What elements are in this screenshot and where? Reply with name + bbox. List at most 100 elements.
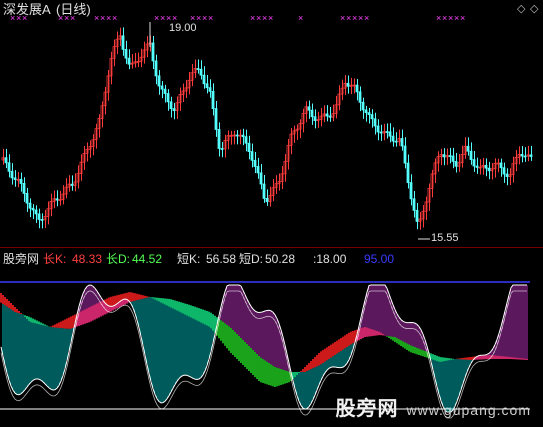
candle-body — [235, 134, 239, 137]
candle-body — [472, 159, 476, 167]
signal-marker: × — [262, 13, 267, 23]
signal-marker: × — [448, 13, 453, 23]
signal-marker: × — [298, 13, 303, 23]
candle-body — [406, 162, 410, 183]
candle-body — [37, 213, 41, 220]
close-icon[interactable]: ◇ — [530, 2, 538, 15]
candle-body — [442, 154, 446, 158]
candle-body — [163, 88, 167, 94]
watermark: 股旁网 www.gupang.com — [335, 392, 531, 421]
candle-body — [409, 182, 413, 200]
long-k-label: 长K: — [43, 252, 67, 266]
period-label: (日线) — [56, 2, 91, 17]
signal-marker: × — [436, 13, 441, 23]
candle-body — [25, 192, 29, 204]
candle-body — [13, 177, 17, 180]
candle-body — [523, 155, 527, 158]
candle-body — [22, 183, 26, 194]
signal-marker: × — [154, 13, 159, 23]
signal-marker: × — [454, 13, 459, 23]
watermark-site: 股旁网 — [335, 398, 399, 420]
candle-body — [166, 93, 170, 103]
candle-body — [157, 75, 161, 87]
candle-body — [388, 131, 392, 137]
candle-body — [151, 42, 155, 62]
signal-marker: × — [442, 13, 447, 23]
candle-body — [196, 68, 200, 70]
candle-body — [505, 173, 509, 177]
candle-body — [4, 157, 8, 164]
candle-body — [244, 136, 248, 144]
candle-body — [379, 131, 383, 134]
signal-marker: × — [160, 13, 165, 23]
candle-body — [160, 85, 164, 90]
candle-body — [247, 142, 251, 152]
candle-body — [217, 129, 221, 149]
signal-marker: × — [100, 13, 105, 23]
candle-body — [310, 109, 314, 118]
candle-body — [529, 154, 533, 157]
candle-body — [367, 112, 371, 115]
signal-marker: × — [364, 13, 369, 23]
candle-body — [220, 148, 224, 150]
short-k-value: 56.58 — [206, 252, 237, 266]
scroll-up-icon[interactable]: ◇ — [517, 2, 525, 15]
signal-marker: × — [358, 13, 363, 23]
short-d-label: 短D: — [239, 252, 264, 266]
candle-body — [19, 178, 23, 184]
candle-body — [202, 74, 206, 85]
candle-body — [475, 165, 479, 168]
candle-body — [346, 82, 350, 87]
price-chart[interactable]: × × × × × × × × × × × × × × × × × × × × × × × × × × × × × × × × × — [0, 0, 543, 247]
signal-marker: × — [256, 13, 261, 23]
candle-body — [385, 131, 389, 133]
signal-marker: × — [196, 13, 201, 23]
candle-body — [70, 183, 74, 186]
high-price-label: 19.00 — [169, 22, 197, 34]
candle-body — [469, 150, 473, 160]
candle-body — [121, 35, 125, 50]
candle-body — [256, 166, 260, 174]
line-18-value: :18.00 — [313, 252, 347, 266]
candle-body — [412, 198, 416, 211]
candle-body — [358, 91, 362, 103]
long-d-label: 长D: — [106, 252, 131, 266]
candle-body — [211, 90, 215, 109]
candle-body — [361, 101, 365, 111]
signal-marker: × — [340, 13, 345, 23]
signal-marker: × — [106, 13, 111, 23]
signal-marker: × — [268, 13, 273, 23]
candle-body — [34, 209, 38, 215]
candle-body — [55, 198, 59, 201]
candle-body — [208, 87, 212, 92]
candle-body — [370, 114, 374, 120]
candle-body — [172, 108, 176, 111]
candle-body — [451, 155, 455, 162]
candle-body — [7, 162, 11, 172]
candle-body — [499, 162, 503, 169]
candle-body — [265, 197, 269, 203]
candle-body — [262, 183, 266, 199]
candle-body — [454, 161, 458, 167]
candle-body — [253, 159, 257, 167]
stock-title: 深发展A — [3, 2, 51, 17]
signal-marker: × — [346, 13, 351, 23]
candle-body — [448, 155, 452, 157]
low-price-label: 15.55 — [431, 232, 459, 244]
candle-body — [376, 125, 380, 133]
long-k-value: 48.33 — [72, 252, 103, 266]
short-k-label: 短K: — [177, 252, 201, 266]
candle-body — [214, 108, 218, 130]
candle-body — [400, 138, 404, 147]
candle-body — [205, 83, 209, 89]
candle-body — [169, 101, 173, 110]
candle-body — [415, 209, 419, 222]
candle-body — [325, 113, 329, 117]
signal-marker: × — [112, 13, 117, 23]
candle-body — [328, 115, 332, 118]
signal-marker: × — [94, 13, 99, 23]
candle-body — [502, 167, 506, 175]
signal-marker: × — [460, 13, 465, 23]
short-d-value: 50.28 — [265, 252, 296, 266]
candle-body — [403, 145, 407, 164]
